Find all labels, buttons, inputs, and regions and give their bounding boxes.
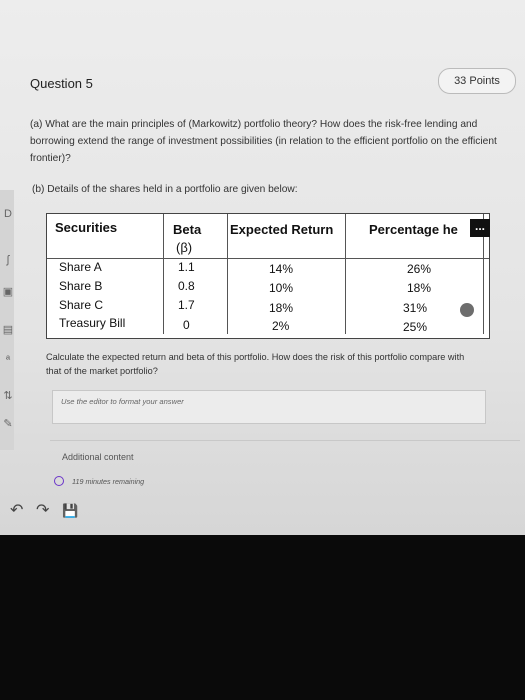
question-title: Question 5 — [30, 76, 93, 91]
image-icon[interactable]: ▣ — [2, 286, 14, 298]
pen-icon[interactable]: ✎ — [2, 418, 14, 430]
row-return: 18% — [269, 301, 294, 315]
table-divider — [163, 214, 164, 334]
row-percentage: 18% — [407, 281, 432, 295]
row-percentage: 26% — [407, 262, 432, 276]
status-dot — [460, 303, 474, 317]
header-securities: Securities — [55, 220, 118, 235]
brush-icon[interactable]: ʃ — [2, 254, 14, 266]
row-security: Share A — [59, 260, 102, 274]
editor-placeholder: Use the editor to format your answer — [61, 397, 184, 406]
row-security: Treasury Bill — [59, 316, 126, 330]
screen: D ʃ ▣ ▤ ª ⇅ ✎ Question 5 33 Points (a) W… — [0, 0, 525, 535]
followup-question: Calculate the expected return and beta o… — [46, 352, 465, 376]
row-return: 2% — [272, 319, 290, 333]
row-beta: 0.8 — [178, 279, 195, 293]
row-beta: 1.7 — [178, 298, 195, 312]
row-percentage: 25% — [403, 320, 428, 334]
securities-table: Securities Beta (β) Expected Return Perc… — [46, 213, 490, 339]
row-beta: 1.1 — [178, 260, 195, 274]
sort-icon[interactable]: ⇅ — [2, 390, 14, 402]
grid-icon[interactable]: ▤ — [2, 324, 14, 336]
undo-icon[interactable]: ↶ — [10, 503, 23, 519]
text-style-icon[interactable]: ª — [2, 354, 14, 366]
header-beta: Beta — [173, 222, 202, 237]
left-edge-toolbar: D ʃ ▣ ▤ ª ⇅ ✎ — [0, 190, 14, 450]
header-percentage-held: Percentage he — [369, 222, 458, 237]
answer-editor[interactable]: Use the editor to format your answer — [52, 390, 486, 424]
table-divider — [345, 214, 346, 334]
row-percentage: 31% — [403, 301, 428, 315]
header-beta-symbol: (β) — [176, 240, 193, 255]
question-part-a: (a) What are the main principles of (Mar… — [30, 119, 497, 164]
header-divider — [47, 258, 489, 259]
redo-icon[interactable]: ↷ — [36, 503, 49, 519]
question-part-b: (b) Details of the shares held in a port… — [32, 184, 298, 195]
letter-d-icon[interactable]: D — [2, 208, 14, 220]
additional-content-link[interactable]: Additional content — [62, 452, 134, 462]
row-security: Share B — [59, 279, 103, 293]
table-divider — [227, 214, 228, 334]
time-remaining: 119 minutes remaining — [72, 477, 145, 486]
row-beta: 0 — [183, 318, 190, 332]
divider — [50, 440, 520, 441]
timer-icon — [54, 476, 64, 486]
row-return: 10% — [269, 281, 294, 295]
row-security: Share C — [59, 298, 104, 312]
points-badge: 33 Points — [438, 68, 516, 94]
header-expected-return: Expected Return — [230, 222, 334, 237]
more-options-button[interactable]: ... — [470, 219, 490, 237]
row-return: 14% — [269, 262, 294, 276]
save-icon[interactable]: 💾 — [62, 503, 78, 519]
